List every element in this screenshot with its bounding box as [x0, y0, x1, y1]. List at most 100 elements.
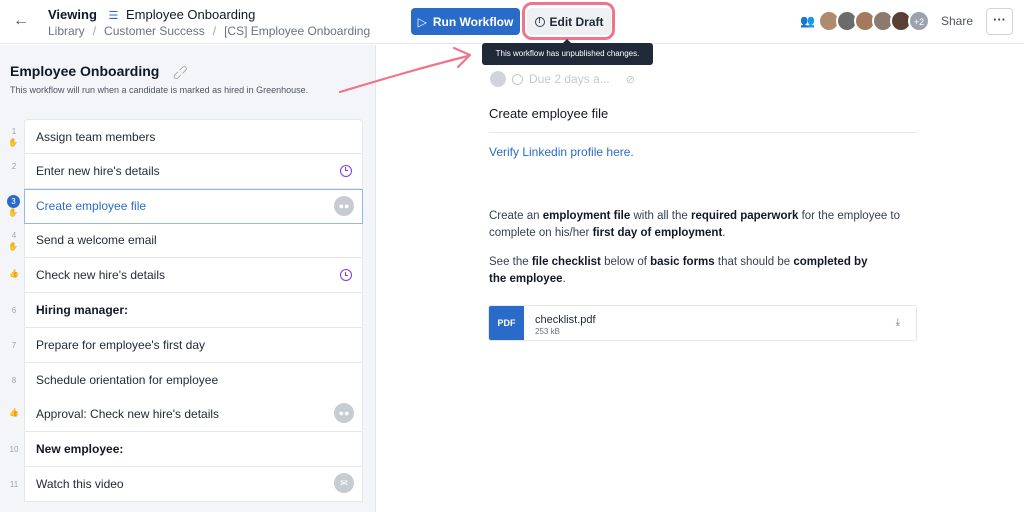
due-date-label[interactable]: Due 2 days a... [529, 72, 610, 86]
step-label: New employee: [36, 442, 124, 457]
file-attachment[interactable]: PDF checklist.pdf 253 kB ⤓ [488, 305, 917, 341]
assignee-group-icon: ●● [334, 195, 354, 216]
step-item-schedule-orientation[interactable]: Schedule orientation for employee [24, 362, 363, 398]
visibility-off-icon[interactable]: ⊘ [626, 73, 635, 86]
step-item-welcome-email[interactable]: Send a welcome email [24, 223, 363, 259]
breadcrumb-current[interactable]: [CS] Employee Onboarding [224, 24, 370, 38]
play-icon: ▷ [417, 14, 427, 29]
viewing-label: Viewing [48, 7, 97, 22]
due-clock-icon [340, 266, 354, 282]
step-label: Create employee file [36, 199, 147, 214]
step-number: 1 [11, 127, 17, 136]
workflow-name: Employee Onboarding [126, 7, 256, 22]
step-row: 👍 Approval: Check new hire's details ●● [0, 397, 376, 433]
text: that should be [714, 256, 794, 268]
step-label: Prepare for employee's first day [36, 337, 206, 352]
step-row: 10 New employee: [0, 432, 376, 468]
download-icon[interactable]: ⤓ [896, 317, 900, 328]
step-label: Schedule orientation for employee [36, 372, 219, 387]
run-workflow-button[interactable]: ▷ Run Workflow [411, 8, 520, 35]
workflow-icon: ☰ [108, 10, 119, 22]
text: See the [489, 256, 532, 268]
instructions-paragraph: Create an employment file with all the r… [489, 208, 919, 242]
hand-icon: ✋ [8, 207, 18, 217]
thumbs-up-icon: 👍 [9, 408, 19, 418]
text: Create an [489, 210, 543, 222]
step-row: 8 Schedule orientation for employee [0, 362, 376, 398]
bold-text: basic forms [650, 256, 715, 268]
step-row: 3 ✋ Create employee file ●● [0, 188, 376, 224]
step-label: Enter new hire's details [36, 163, 160, 178]
step-label: Assign team members [36, 129, 156, 144]
step-row: 2 Enter new hire's details [0, 153, 376, 189]
sidebar-title: Employee Onboarding ⊂⊃ [10, 62, 192, 84]
breadcrumb-separator: / [92, 24, 97, 38]
step-label: Watch this video [36, 476, 124, 491]
step-number: 2 [11, 161, 17, 171]
file-name: checklist.pdf [535, 314, 596, 326]
step-meta-row: Due 2 days a... ⊘ [490, 71, 635, 87]
step-label: Check new hire's details [36, 268, 166, 283]
due-clock-icon [340, 162, 354, 177]
breadcrumb-customer-success[interactable]: Customer Success [104, 24, 205, 38]
breadcrumb-library[interactable]: Library [48, 24, 85, 38]
step-label: Send a welcome email [36, 233, 157, 248]
team-icon[interactable]: 👥 [800, 14, 815, 28]
due-clock-icon [512, 73, 523, 85]
step-item-prepare-first-day[interactable]: Prepare for employee's first day [24, 327, 363, 363]
text: below of [600, 256, 651, 268]
step-row: 7 Prepare for employee's first day [0, 327, 376, 363]
page-title: Viewing ☰ Employee Onboarding [48, 7, 255, 22]
step-item-hiring-manager-heading[interactable]: Hiring manager: [24, 292, 363, 328]
text: with all the [630, 210, 691, 222]
bold-text: file checklist [531, 256, 601, 268]
workflow-title: Employee Onboarding [10, 63, 160, 79]
file-size: 253 kB [535, 327, 560, 336]
assignee-avatar-icon[interactable] [490, 71, 506, 87]
step-number: 7 [11, 340, 17, 350]
step-item-assign-team-members[interactable]: Assign team members [24, 119, 363, 154]
step-item-check-details[interactable]: Check new hire's details [24, 258, 363, 294]
more-options-button[interactable]: ··· [986, 8, 1013, 35]
back-arrow-icon[interactable]: ← [12, 12, 30, 30]
collaborator-avatars[interactable]: +2 [818, 10, 930, 32]
annotation-arrow-icon [338, 46, 472, 94]
pdf-file-icon: PDF [489, 306, 524, 340]
step-number: 4 [11, 231, 17, 241]
step-item-create-employee-file[interactable]: Create employee file ●● [24, 188, 363, 224]
share-button[interactable]: Share [941, 14, 973, 28]
text: . [562, 273, 566, 285]
top-bar: ← Viewing ☰ Employee Onboarding Library /… [0, 0, 1024, 44]
step-label: Hiring manager: [36, 302, 129, 317]
step-item-approval[interactable]: Approval: Check new hire's details ●● [24, 397, 363, 433]
bold-text: employment file [542, 210, 631, 222]
step-number: 11 [9, 479, 19, 489]
checklist-paragraph: See the file checklist below of basic fo… [489, 254, 869, 288]
step-row: 1 ✋ Assign team members [0, 119, 376, 154]
step-item-new-employee-heading[interactable]: New employee: [24, 432, 363, 468]
step-row: 11 Watch this video ✉ [0, 466, 376, 502]
bold-text: required paperwork [691, 210, 799, 222]
avatar-more-count[interactable]: +2 [908, 10, 930, 32]
step-detail-title: Create employee file [489, 106, 609, 121]
link-icon[interactable]: ⊂⊃ [169, 61, 192, 84]
run-workflow-label: Run Workflow [432, 14, 514, 29]
verify-linkedin-link[interactable]: Verify Linkedin profile here. [489, 145, 634, 159]
breadcrumb-separator: / [212, 24, 217, 38]
hand-icon: ✋ [8, 242, 18, 252]
step-row: 6 Hiring manager: [0, 292, 376, 328]
step-list: 1 ✋ Assign team members 2 Enter new hire… [0, 119, 376, 502]
divider [489, 132, 917, 133]
step-item-watch-video[interactable]: Watch this video ✉ [24, 466, 363, 502]
step-row: 👍 Check new hire's details [0, 258, 376, 294]
step-number: 8 [11, 375, 17, 385]
assignee-group-icon: ●● [334, 403, 354, 424]
unpublished-changes-tooltip: This workflow has unpublished changes. [482, 39, 653, 65]
breadcrumb: Library / Customer Success / [CS] Employee O… [48, 24, 370, 38]
thumbs-up-icon: 👍 [9, 269, 19, 279]
edit-draft-button[interactable]: ! Edit Draft [527, 8, 611, 35]
step-label: Approval: Check new hire's details [36, 407, 220, 422]
step-number: 6 [11, 305, 17, 315]
step-item-enter-details[interactable]: Enter new hire's details [24, 153, 363, 189]
steps-sidebar: Employee Onboarding ⊂⊃ This workflow wil… [0, 45, 376, 512]
